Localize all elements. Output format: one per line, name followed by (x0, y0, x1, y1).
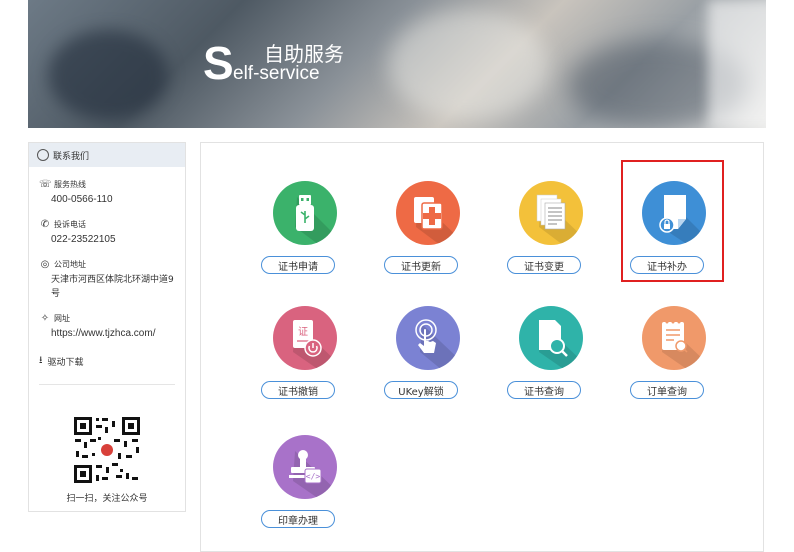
order-search-icon (642, 306, 706, 370)
service-tile-order[interactable]: 订单查询 (626, 306, 722, 406)
query-order-button[interactable]: 订单查询 (630, 381, 704, 399)
website-label: 网址 (54, 314, 70, 323)
user-icon (37, 149, 49, 161)
driver-download[interactable]: ⭳ 驱动下载 (39, 353, 175, 370)
qr-caption: 扫一扫，关注公众号 (66, 494, 148, 504)
phone-icon: ☏ (39, 179, 52, 190)
complaint-label: 投诉电话 (54, 220, 86, 229)
touch-unlock-icon (396, 306, 460, 370)
service-tile-query[interactable]: 证书查询 (503, 306, 599, 406)
banner-subtitle: elf-service (233, 63, 320, 84)
usb-icon (273, 181, 337, 245)
divider (39, 384, 175, 385)
service-tile-change[interactable]: 证书变更 (503, 181, 599, 281)
hotline-value: 400-0566-110 (51, 194, 113, 205)
service-tile-ukey[interactable]: UKey解锁 (380, 306, 476, 406)
change-certificate-button[interactable]: 证书变更 (507, 256, 581, 274)
revoke-certificate-button[interactable]: 证书撤销 (261, 381, 335, 399)
globe-icon: ✧ (40, 313, 50, 324)
contact-header: 联系我们 (29, 143, 185, 167)
service-tile-revoke[interactable]: 证 证书撤销 (257, 306, 353, 406)
complaint-value: 022-23522105 (51, 234, 116, 245)
complaint-phone-icon: ✆ (40, 219, 50, 230)
contact-sidebar: 联系我们 ☏ 服务热线 400-0566-110 ✆ 投诉电话 022-235221… (28, 142, 186, 512)
ukey-unlock-button[interactable]: UKey解锁 (384, 381, 458, 399)
service-tile-seal[interactable]: </> 印章办理 (257, 435, 353, 535)
service-tile-apply[interactable]: 证书申请 (257, 181, 353, 281)
document-plus-icon (396, 181, 460, 245)
hotline-label: 服务热线 (54, 180, 86, 189)
seal-icon: </> (273, 435, 337, 499)
location-icon: ◎ (40, 259, 50, 270)
banner: S 自助服务 elf-service (28, 0, 766, 128)
qr-code (72, 415, 142, 485)
address-label: 公司地址 (54, 260, 86, 269)
svg-text:</>: </> (306, 472, 321, 481)
documents-icon (519, 181, 583, 245)
service-tile-renew[interactable]: 证书更新 (380, 181, 476, 281)
download-icon: ⭳ (39, 355, 43, 366)
renew-certificate-button[interactable]: 证书更新 (384, 256, 458, 274)
banner-letter: S (203, 37, 234, 89)
document-search-icon (519, 306, 583, 370)
website-link[interactable]: https://www.tjzhca.com/ (39, 327, 175, 341)
apply-certificate-button[interactable]: 证书申请 (261, 256, 335, 274)
certificate-power-icon: 证 (273, 306, 337, 370)
seal-process-button[interactable]: 印章办理 (261, 510, 335, 528)
svg-text:证: 证 (298, 326, 308, 338)
query-certificate-button[interactable]: 证书查询 (507, 381, 581, 399)
highlight-box (621, 160, 724, 282)
address-value: 天津市河西区体院北环湖中道9号 (51, 275, 174, 299)
